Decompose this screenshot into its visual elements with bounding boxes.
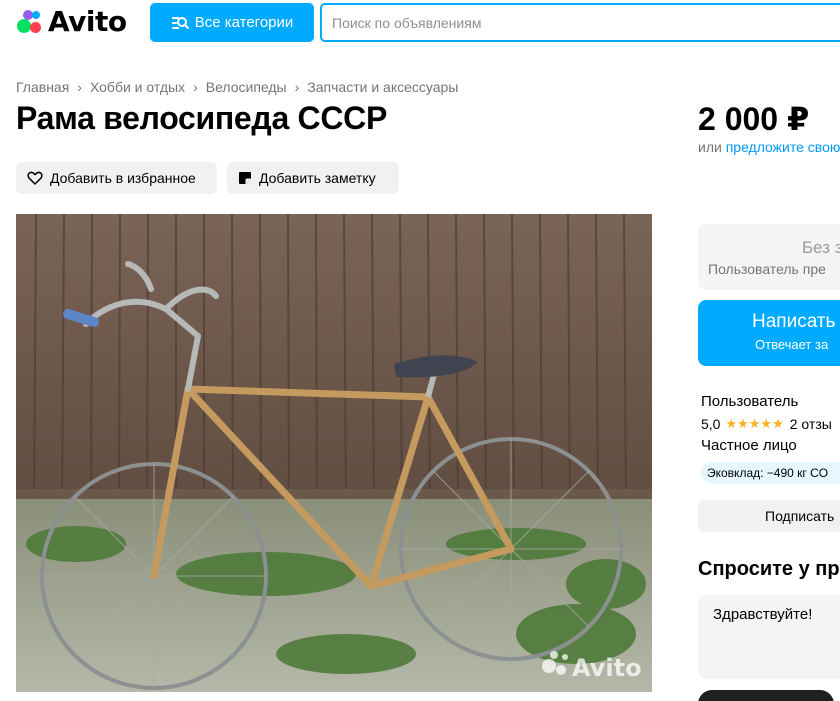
add-note-button[interactable]: Добавить заметку (227, 162, 399, 194)
seller-type: Частное лицо (701, 437, 797, 454)
message-box[interactable]: Здравствуйте! (698, 595, 840, 679)
all-categories-label: Все категории (194, 14, 294, 31)
send-message-button[interactable] (698, 690, 834, 701)
rating-value: 5,0 (701, 416, 721, 432)
breadcrumb: Главная › Хобби и отдых › Велосипеды › З… (16, 79, 458, 95)
add-to-favorites-button[interactable]: Добавить в избранное (16, 162, 217, 194)
seller-name[interactable]: Пользователь (701, 393, 798, 410)
subscribe-button[interactable]: Подписать (698, 500, 840, 532)
delivery-subtitle: Пользователь пре (708, 261, 826, 277)
rating-stars-icon: ★★★★★ (725, 416, 784, 431)
avito-logo-icon (16, 6, 46, 36)
categories-search-icon (171, 16, 189, 29)
breadcrumb-parts[interactable]: Запчасти и аксессуары (307, 79, 458, 95)
add-to-favorites-label: Добавить в избранное (50, 170, 196, 186)
listing-photo[interactable]: Avito (16, 214, 652, 692)
search-bar[interactable] (320, 3, 840, 42)
heart-icon (27, 171, 43, 185)
seller-rating: 5,0 ★★★★★ 2 отзы (701, 416, 832, 432)
search-input[interactable] (332, 14, 840, 31)
breadcrumb-separator-icon: › (77, 79, 82, 95)
write-message-label: Написать (752, 311, 836, 332)
breadcrumb-separator-icon: › (294, 79, 300, 95)
eco-contribution-label: Эковклад: −490 кг CO (707, 466, 829, 480)
delivery-info-box: Без з Пользователь пре (698, 224, 840, 290)
eco-contribution-badge[interactable]: Эковклад: −490 кг CO (701, 462, 840, 484)
avito-logo[interactable]: Avito (16, 4, 127, 38)
breadcrumb-separator-icon: › (193, 79, 198, 95)
write-message-subtitle: Отвечает за (755, 337, 829, 352)
ask-seller-title: Спросите у пр (698, 558, 840, 580)
logo-text: Avito (48, 4, 127, 38)
breadcrumb-home[interactable]: Главная (16, 79, 69, 95)
offer-price-link[interactable]: предложите свою (726, 139, 840, 155)
page-title: Рама велосипеда СССР (16, 100, 388, 136)
write-message-button[interactable]: Написать Отвечает за (698, 300, 840, 366)
breadcrumb-hobby[interactable]: Хобби и отдых (90, 79, 185, 95)
photo-watermark-text: Avito (572, 654, 642, 682)
all-categories-button[interactable]: Все категории (150, 3, 314, 42)
add-note-label: Добавить заметку (259, 170, 376, 186)
reviews-link[interactable]: 2 отзы (790, 416, 832, 432)
subscribe-label: Подписать (765, 508, 835, 524)
note-icon (239, 172, 251, 184)
breadcrumb-bicycles[interactable]: Велосипеды (206, 79, 287, 95)
price: 2 000 ₽ (698, 101, 810, 137)
message-input[interactable]: Здравствуйте! (713, 606, 840, 666)
price-offer: или предложите свою (698, 139, 840, 155)
delivery-title: Без з (802, 238, 840, 257)
price-or-text: или (698, 139, 722, 155)
bicycle-photo-image: Avito (16, 214, 652, 692)
